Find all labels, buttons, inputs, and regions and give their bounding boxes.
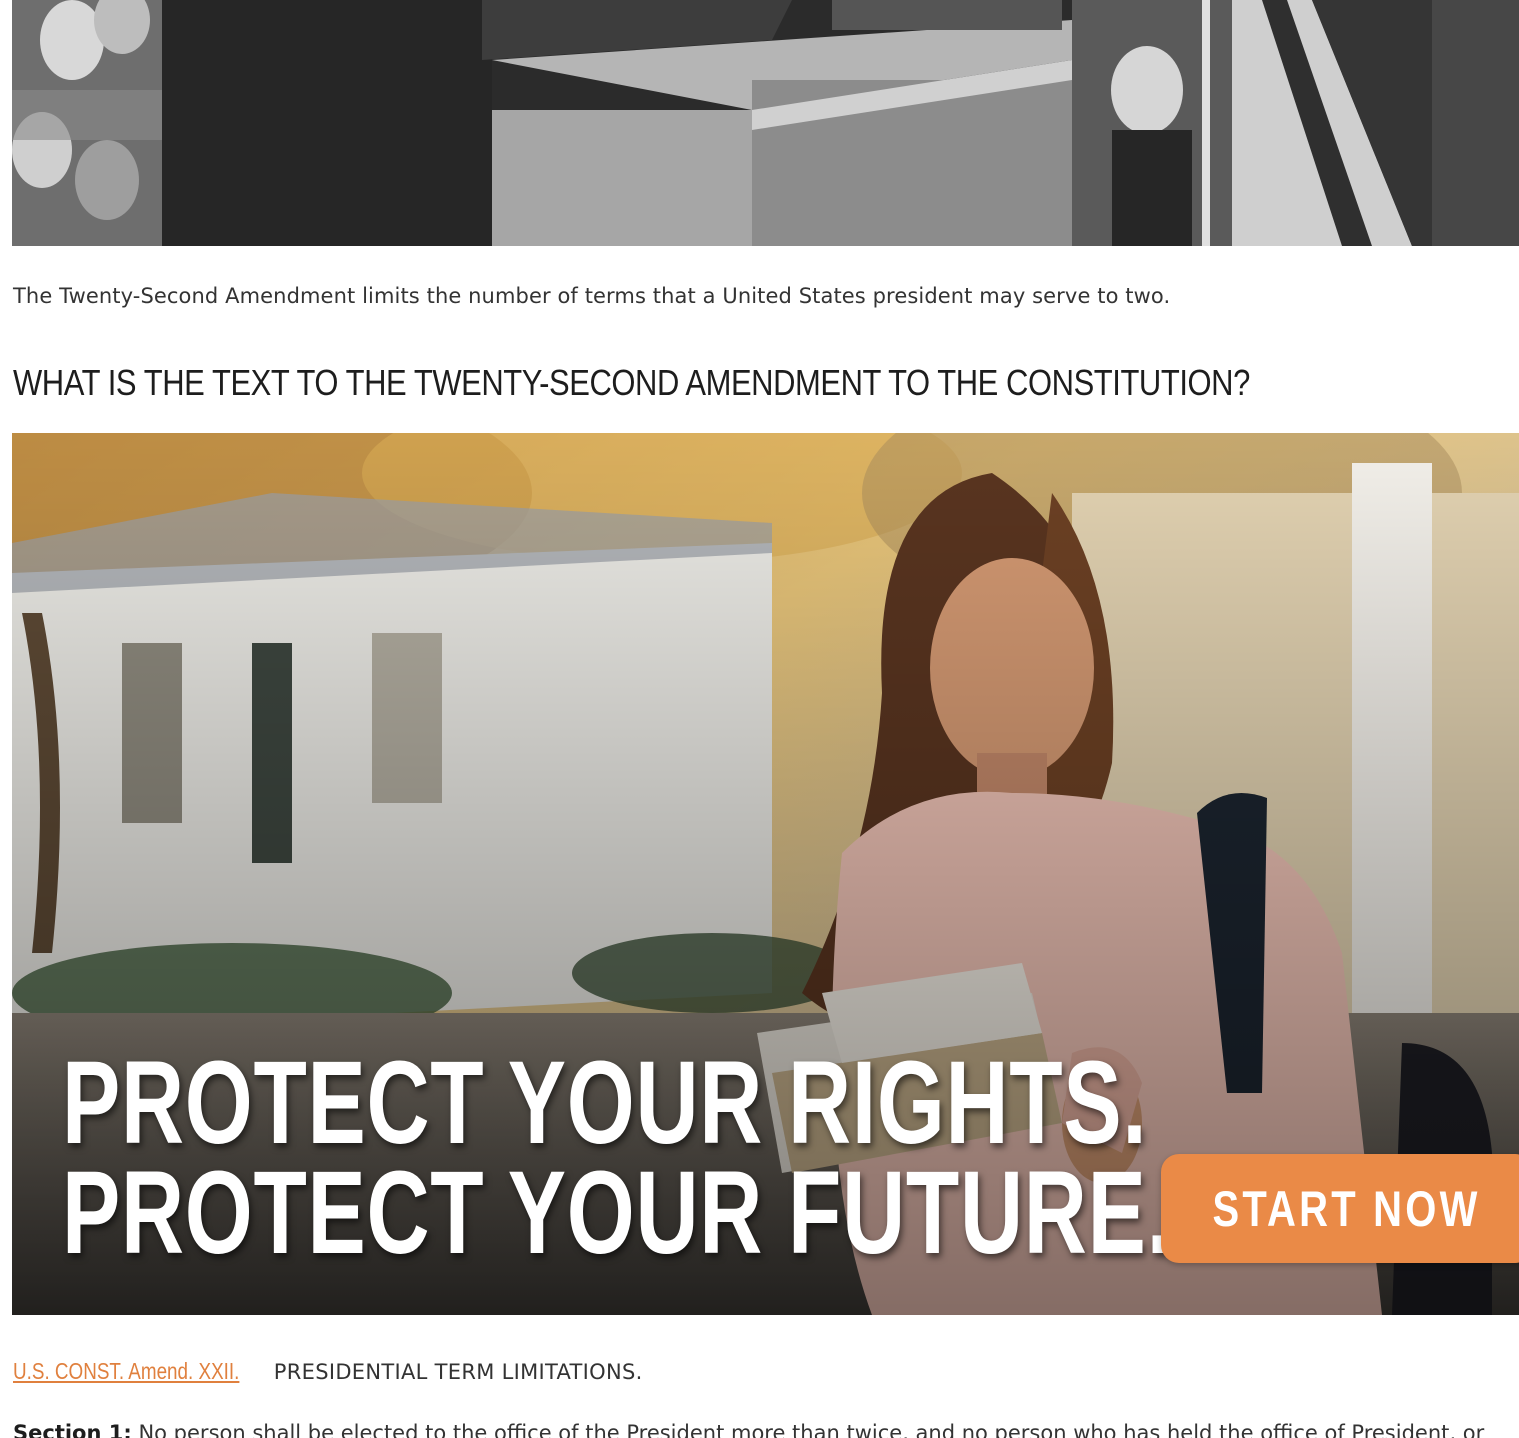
start-now-button[interactable]: START NOW xyxy=(1161,1154,1519,1263)
citation-line: U.S. CONST. Amend. XXII. PRESIDENTIAL TE… xyxy=(13,1358,643,1385)
ad-headline-line1: PROTECT YOUR RIGHTS. xyxy=(62,1037,1148,1169)
hero-photo xyxy=(12,0,1519,246)
page: The Twenty-Second Amendment limits the n… xyxy=(0,0,1519,1438)
section-heading: WHAT IS THE TEXT TO THE TWENTY-SECOND AM… xyxy=(13,362,1250,403)
ad-headline: PROTECT YOUR RIGHTS. PROTECT YOUR FUTURE… xyxy=(62,1037,1172,1279)
start-now-label: START NOW xyxy=(1212,1180,1482,1237)
hero-photo-art xyxy=(12,0,1519,246)
ad-headline-line2: PROTECT YOUR FUTURE. xyxy=(62,1147,1172,1279)
constitution-link[interactable]: U.S. CONST. Amend. XXII. xyxy=(13,1358,239,1385)
ad-banner[interactable]: PROTECT YOUR RIGHTS. PROTECT YOUR FUTURE… xyxy=(12,433,1519,1315)
section-1-label: Section 1: xyxy=(13,1421,132,1438)
section-1-text: No person shall be elected to the office… xyxy=(138,1421,1485,1438)
photo-caption: The Twenty-Second Amendment limits the n… xyxy=(13,284,1171,308)
section-1-paragraph: Section 1: No person shall be elected to… xyxy=(13,1421,1519,1438)
citation-title: PRESIDENTIAL TERM LIMITATIONS. xyxy=(273,1360,643,1384)
